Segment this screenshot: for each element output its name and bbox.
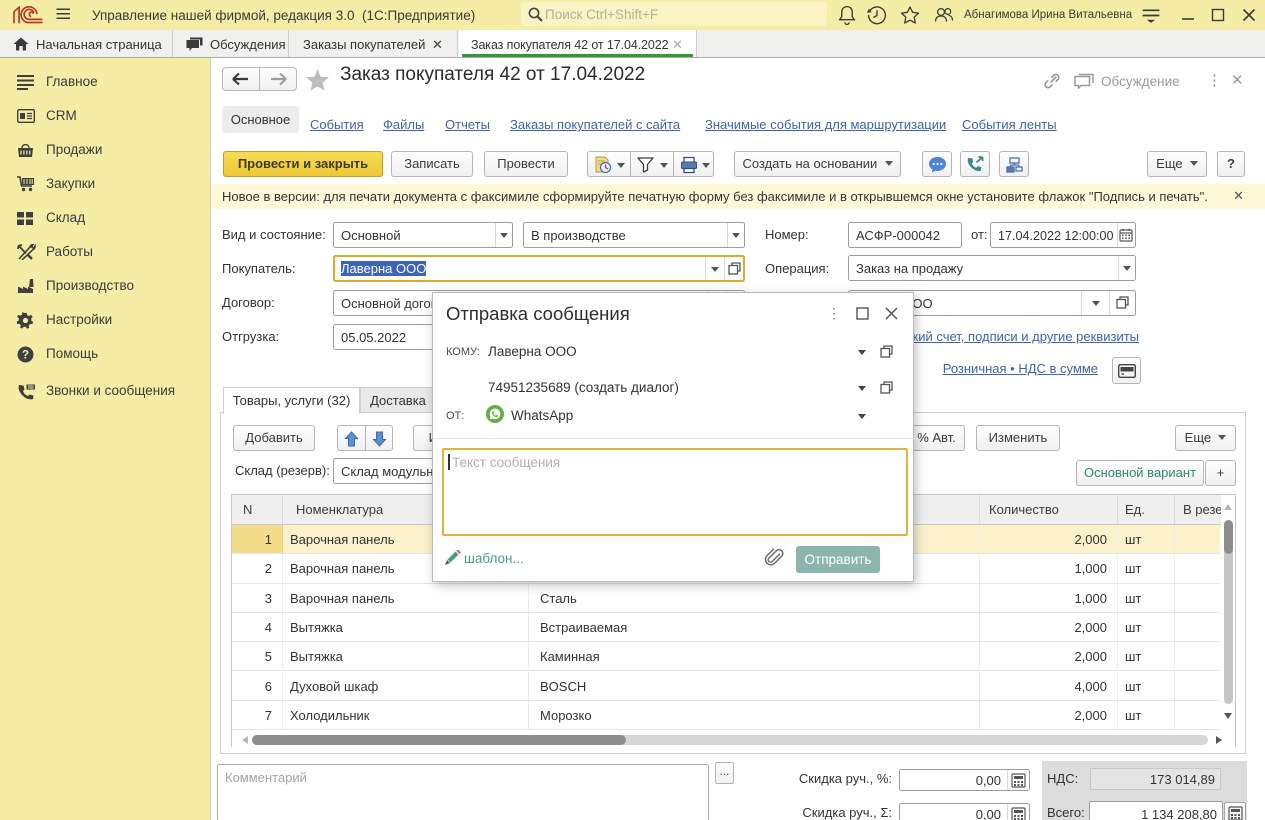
svg-text:?: ? (22, 350, 29, 362)
